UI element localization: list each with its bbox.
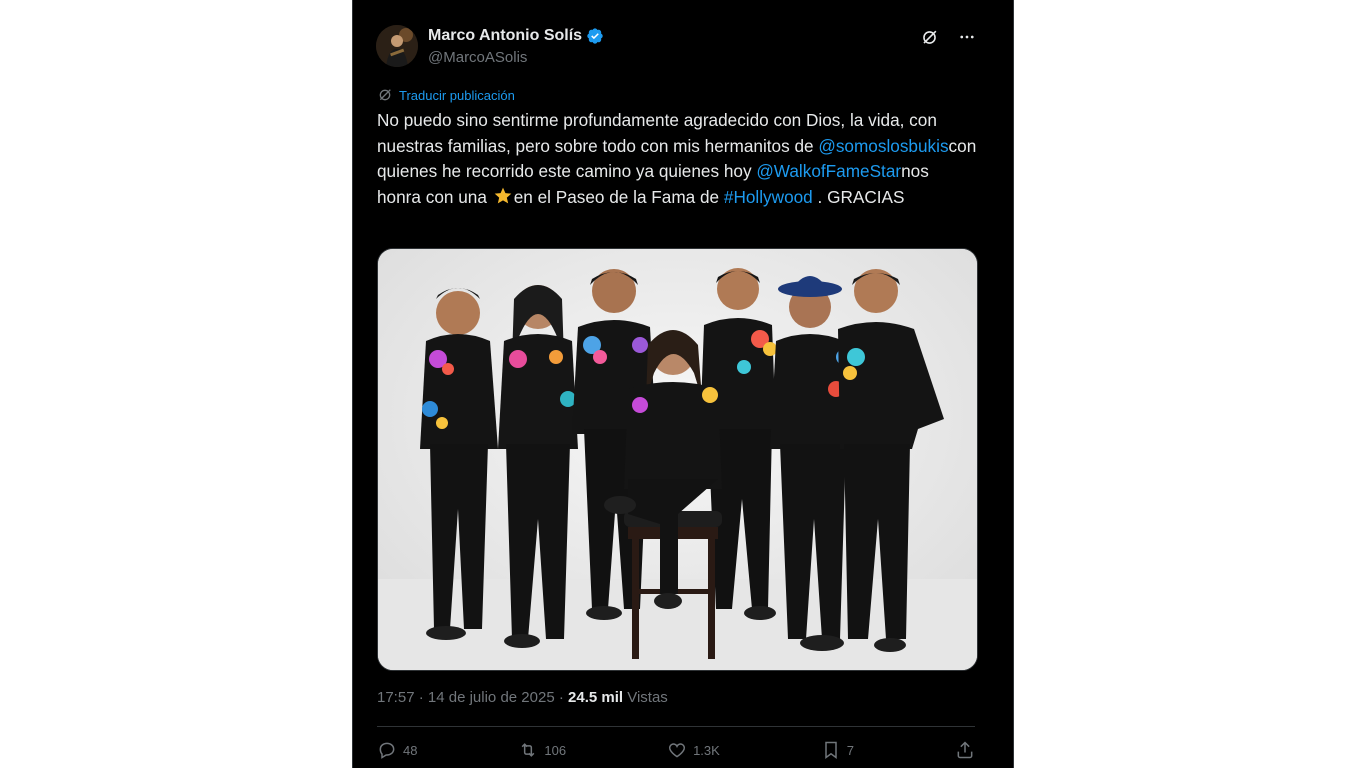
bookmark-count: 7 (846, 742, 855, 758)
translate-icon (377, 87, 393, 103)
reply-button[interactable]: 48 (377, 740, 417, 760)
tweet-actions: 48 106 1.3K 7 (377, 740, 975, 760)
author-avatar[interactable] (376, 25, 418, 67)
star-emoji-icon (493, 186, 513, 206)
group-photo-illustration (378, 249, 977, 670)
author-name-row: Marco Antonio Solís (428, 27, 604, 45)
grok-icon[interactable] (919, 27, 939, 47)
bookmark-button[interactable]: 7 (821, 740, 854, 760)
meta-separator: · (554, 689, 569, 706)
repost-count: 106 (544, 742, 567, 758)
tweet-date[interactable]: 14 de julio de 2025 (428, 689, 555, 706)
verified-badge-icon (586, 27, 604, 45)
tweet-meta: 17:57 · 14 de julio de 2025 · 24.5 mil V… (377, 689, 668, 706)
mention-somoslosbukis[interactable]: @somoslosbukis (818, 136, 948, 156)
divider (377, 726, 975, 727)
tweet-time[interactable]: 17:57 (377, 689, 415, 706)
tweet-card: Marco Antonio Solís @MarcoASolis Traduci… (352, 0, 1014, 768)
like-count: 1.3K (693, 742, 720, 758)
views-count: 24.5 mil (568, 689, 624, 706)
translate-link[interactable]: Traducir publicación (377, 87, 515, 103)
tweet-photo[interactable] (377, 248, 978, 671)
like-icon (667, 740, 687, 760)
share-button[interactable] (955, 740, 975, 760)
meta-separator: · (414, 689, 428, 706)
views-label: Vistas (623, 689, 668, 706)
more-icon[interactable] (957, 27, 977, 47)
bookmark-icon (821, 740, 841, 760)
tweet-text-segment: . GRACIAS (812, 186, 905, 207)
reply-icon (377, 740, 397, 760)
repost-button[interactable]: 106 (518, 740, 566, 760)
repost-icon (518, 740, 538, 760)
share-icon (955, 740, 975, 760)
author-handle[interactable]: @MarcoASolis (428, 49, 527, 66)
reply-count: 48 (403, 742, 418, 758)
mention-walkoffamestar[interactable]: @WalkofFameStar (756, 161, 901, 181)
author-display-name[interactable]: Marco Antonio Solís (428, 27, 582, 45)
translate-label: Traducir publicación (399, 87, 515, 103)
tweet-text-segment: en el Paseo de la Fama de (513, 186, 724, 207)
header-actions (919, 27, 977, 47)
like-button[interactable]: 1.3K (667, 740, 720, 760)
hashtag-hollywood[interactable]: #Hollywood (724, 187, 813, 207)
tweet-text: No puedo sino sentirme profundamente agr… (377, 108, 977, 210)
